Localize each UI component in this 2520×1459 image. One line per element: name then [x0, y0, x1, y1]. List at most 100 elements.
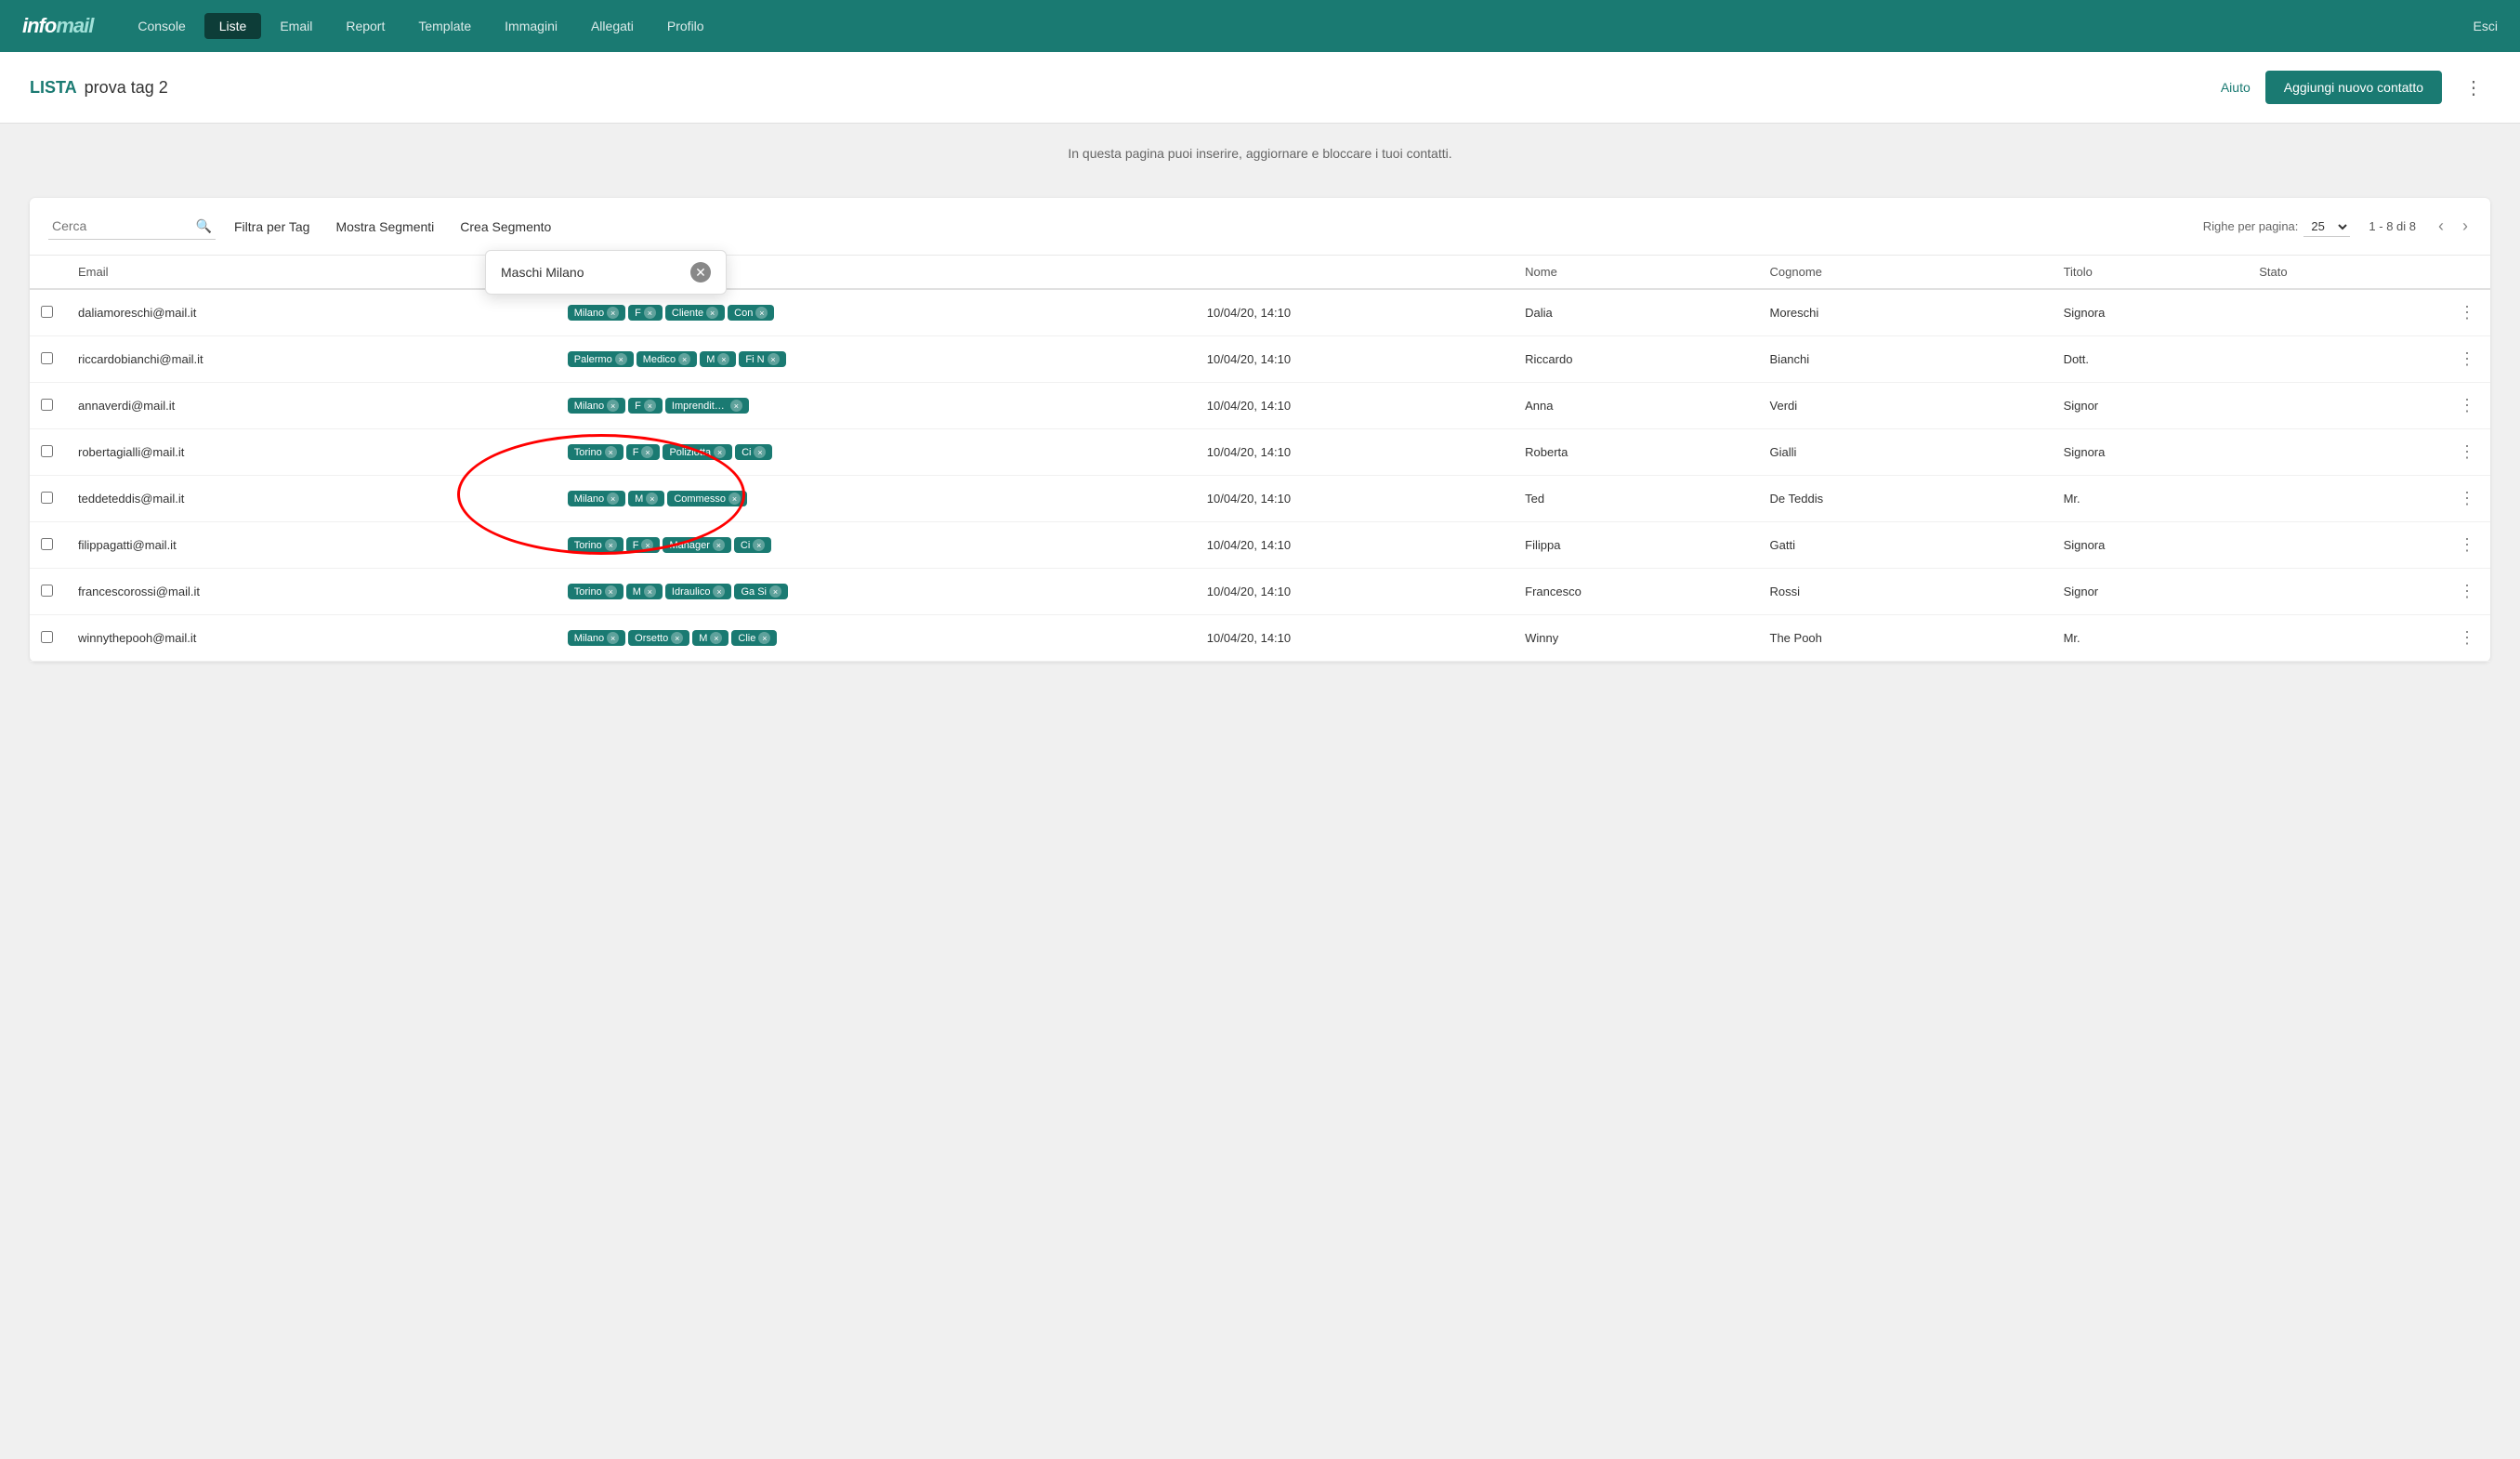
tag-pill: Milano× — [568, 491, 625, 506]
mostra-segmenti-button[interactable]: Mostra Segmenti — [328, 216, 441, 238]
tag-pill: Milano× — [568, 398, 625, 414]
row-stato — [2248, 476, 2444, 522]
tag-remove-icon[interactable]: × — [713, 539, 725, 551]
tag-pill: Ci× — [734, 537, 771, 553]
tag-remove-icon[interactable]: × — [678, 353, 690, 365]
col-header-cognome[interactable]: Cognome — [1759, 256, 2053, 289]
tag-pill: Commesso× — [667, 491, 747, 506]
tag-pill: Torino× — [568, 444, 623, 460]
rows-per-page-select[interactable]: 25 50 100 — [2303, 217, 2350, 237]
row-date: 10/04/20, 14:10 — [1196, 615, 1514, 662]
tag-remove-icon[interactable]: × — [607, 307, 619, 319]
tag-remove-icon[interactable]: × — [641, 539, 653, 551]
tag-remove-icon[interactable]: × — [758, 632, 770, 644]
row-actions-button[interactable]: ⋮ — [2455, 439, 2479, 466]
row-actions-button[interactable]: ⋮ — [2455, 299, 2479, 326]
tag-remove-icon[interactable]: × — [755, 307, 768, 319]
tag-remove-icon[interactable]: × — [769, 585, 781, 598]
row-actions-button[interactable]: ⋮ — [2455, 392, 2479, 419]
tag-remove-icon[interactable]: × — [646, 493, 658, 505]
row-nome: Roberta — [1514, 429, 1758, 476]
search-input[interactable] — [48, 213, 216, 240]
nav-template[interactable]: Template — [403, 13, 486, 39]
next-page-button[interactable]: › — [2459, 215, 2472, 238]
tag-remove-icon[interactable]: × — [730, 400, 742, 412]
nav-console[interactable]: Console — [123, 13, 200, 39]
tag-remove-icon[interactable]: × — [607, 493, 619, 505]
col-header-stato[interactable]: Stato — [2248, 256, 2444, 289]
row-actions-cell: ⋮ — [2444, 522, 2490, 569]
tag-remove-icon[interactable]: × — [605, 539, 617, 551]
row-stato — [2248, 289, 2444, 336]
row-checkbox-cell — [30, 289, 67, 336]
toolbar: 🔍 Filtra per Tag Mostra Segmenti Crea Se… — [30, 198, 2490, 256]
tag-remove-icon[interactable]: × — [754, 446, 766, 458]
row-checkbox[interactable] — [41, 585, 53, 597]
row-stato — [2248, 615, 2444, 662]
tag-remove-icon[interactable]: × — [607, 400, 619, 412]
row-checkbox[interactable] — [41, 538, 53, 550]
row-date: 10/04/20, 14:10 — [1196, 569, 1514, 615]
segment-close-button[interactable]: ✕ — [690, 262, 711, 283]
row-checkbox[interactable] — [41, 492, 53, 504]
nav-allegati[interactable]: Allegati — [576, 13, 649, 39]
row-stato — [2248, 429, 2444, 476]
more-options-icon[interactable]: ⋮ — [2457, 72, 2490, 103]
table-row: teddeteddis@mail.itMilano×M×Commesso×10/… — [30, 476, 2490, 522]
tag-remove-icon[interactable]: × — [605, 585, 617, 598]
tag-remove-icon[interactable]: × — [706, 307, 718, 319]
tag-pill: F× — [628, 398, 663, 414]
row-checkbox[interactable] — [41, 352, 53, 364]
nav-liste[interactable]: Liste — [204, 13, 262, 39]
row-actions-button[interactable]: ⋮ — [2455, 485, 2479, 512]
row-actions-button[interactable]: ⋮ — [2455, 532, 2479, 559]
tag-remove-icon[interactable]: × — [713, 585, 725, 598]
table-row: riccardobianchi@mail.itPalermo×Medico×M×… — [30, 336, 2490, 383]
tag-remove-icon[interactable]: × — [714, 446, 726, 458]
help-link[interactable]: Aiuto — [2221, 80, 2251, 95]
prev-page-button[interactable]: ‹ — [2435, 215, 2448, 238]
tag-remove-icon[interactable]: × — [710, 632, 722, 644]
nav-profilo[interactable]: Profilo — [652, 13, 719, 39]
tag-pill: M× — [626, 584, 663, 599]
subheader-text: In questa pagina puoi inserire, aggiorna… — [1068, 146, 1451, 161]
tag-remove-icon[interactable]: × — [605, 446, 617, 458]
row-nome: Winny — [1514, 615, 1758, 662]
col-header-titolo[interactable]: Titolo — [2053, 256, 2249, 289]
row-email: robertagialli@mail.it — [67, 429, 557, 476]
add-contact-button[interactable]: Aggiungi nuovo contatto — [2265, 71, 2442, 104]
row-checkbox[interactable] — [41, 631, 53, 643]
col-header-nome[interactable]: Nome — [1514, 256, 1758, 289]
row-checkbox[interactable] — [41, 399, 53, 411]
nav-immagini[interactable]: Immagini — [490, 13, 572, 39]
tag-remove-icon[interactable]: × — [768, 353, 780, 365]
tag-remove-icon[interactable]: × — [615, 353, 627, 365]
nav-email[interactable]: Email — [265, 13, 327, 39]
row-actions-button[interactable]: ⋮ — [2455, 578, 2479, 605]
tag-pill: Torino× — [568, 537, 623, 553]
tag-remove-icon[interactable]: × — [644, 585, 656, 598]
row-actions-button[interactable]: ⋮ — [2455, 624, 2479, 651]
crea-segmento-button[interactable]: Crea Segmento — [453, 216, 558, 238]
row-titolo: Mr. — [2053, 615, 2249, 662]
nav-report[interactable]: Report — [331, 13, 400, 39]
exit-button[interactable]: Esci — [2474, 19, 2498, 33]
tag-remove-icon[interactable]: × — [717, 353, 729, 365]
row-actions-button[interactable]: ⋮ — [2455, 346, 2479, 373]
page-title-name: prova tag 2 — [85, 78, 168, 98]
tag-remove-icon[interactable]: × — [728, 493, 741, 505]
col-header-email[interactable]: Email — [67, 256, 557, 289]
tag-remove-icon[interactable]: × — [644, 400, 656, 412]
tag-remove-icon[interactable]: × — [641, 446, 653, 458]
tag-remove-icon[interactable]: × — [644, 307, 656, 319]
tag-remove-icon[interactable]: × — [607, 632, 619, 644]
row-checkbox[interactable] — [41, 445, 53, 457]
page-header-actions: Aiuto Aggiungi nuovo contatto ⋮ — [2221, 71, 2490, 104]
tag-remove-icon[interactable]: × — [753, 539, 765, 551]
row-tags: Torino×F×Manager×Ci× — [557, 522, 1196, 569]
tag-pill: Imprenditrice× — [665, 398, 749, 414]
tag-remove-icon[interactable]: × — [671, 632, 683, 644]
filter-tag-button[interactable]: Filtra per Tag — [227, 216, 317, 238]
row-checkbox[interactable] — [41, 306, 53, 318]
row-checkbox-cell — [30, 336, 67, 383]
